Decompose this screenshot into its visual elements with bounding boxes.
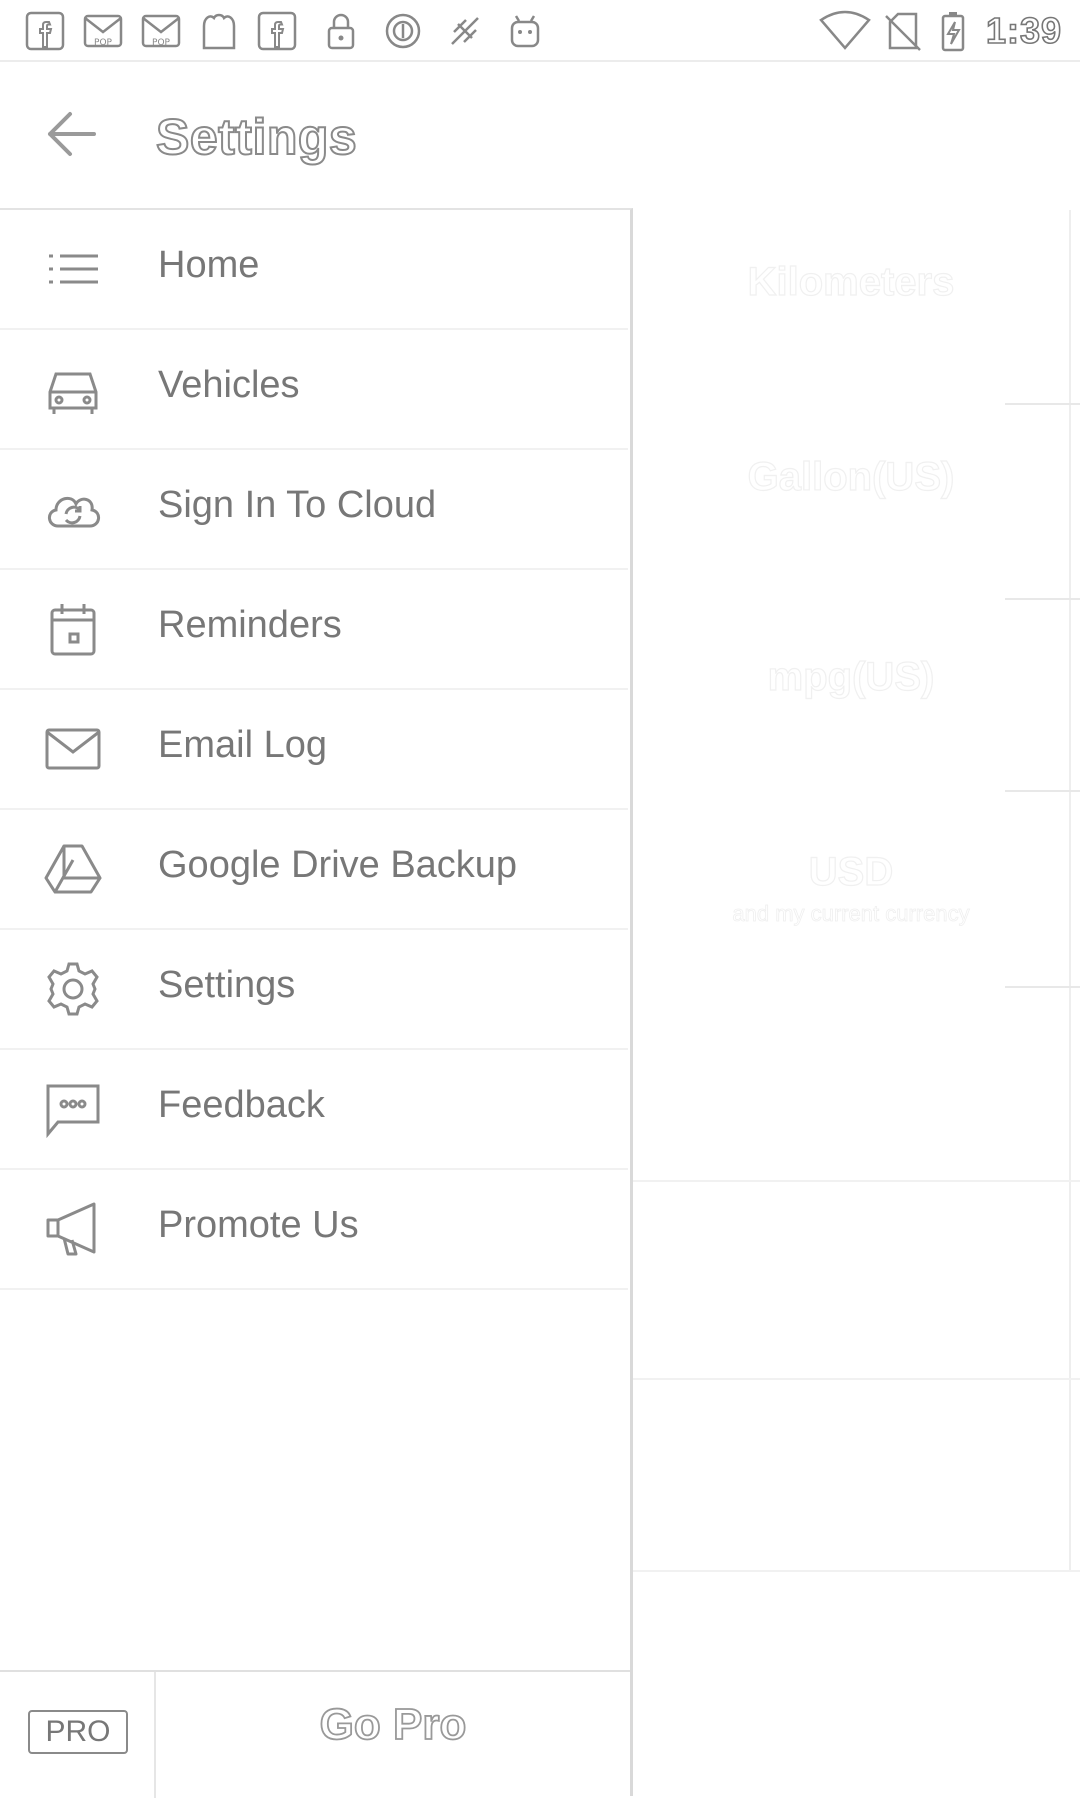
distance-unit-value: Kilometers: [747, 259, 955, 304]
cloud-sync-icon: [44, 480, 102, 538]
drawer-item-label: Promote Us: [158, 1204, 359, 1246]
pro-badge: PRO: [28, 1710, 128, 1754]
circle-icon: [382, 10, 424, 52]
go-pro-button[interactable]: Go Pro: [156, 1699, 630, 1750]
battery-charging-icon: [932, 10, 974, 52]
drawer-item-label: Vehicles: [158, 364, 300, 406]
app-bar: Settings: [0, 62, 1080, 206]
drawer-item-settings[interactable]: Settings: [0, 930, 628, 1050]
drawer-item-label: Reminders: [158, 604, 342, 646]
megaphone-icon: [44, 1200, 102, 1258]
divider: [632, 1570, 1080, 1572]
divider: [1005, 403, 1080, 405]
drawer-item-vehicles[interactable]: Vehicles: [0, 330, 628, 450]
svg-text:POP: POP: [94, 38, 113, 48]
envelope-icon: [44, 720, 102, 778]
chat-bubble-icon: [44, 1080, 102, 1139]
mail-icon: POP: [140, 10, 182, 52]
car-icon: [44, 360, 102, 418]
drawer-item-label: Sign In To Cloud: [158, 484, 437, 526]
currency-subtitle: and my current currency: [732, 901, 970, 927]
back-button[interactable]: [36, 104, 106, 164]
drawer-item-label: Settings: [158, 964, 296, 1006]
google-drive-icon: [44, 840, 102, 898]
app-icon: [198, 10, 240, 52]
lock-icon: [320, 10, 362, 52]
page-title: Settings: [155, 108, 358, 166]
divider: [1005, 598, 1080, 600]
drawer-footer: PRO Go Pro: [0, 1670, 630, 1798]
drawer-item-feedback[interactable]: Feedback: [0, 1050, 628, 1170]
drawer-item-label: Google Drive Backup: [158, 844, 518, 886]
divider: [632, 1378, 1080, 1380]
svg-text:POP: POP: [152, 38, 171, 48]
drawer-item-email-log[interactable]: Email Log: [0, 690, 628, 810]
wifi-icon: [818, 10, 872, 52]
mail-icon: POP: [82, 10, 124, 52]
facebook-icon: [256, 10, 298, 52]
status-time: 1:39: [985, 9, 1062, 52]
volume-unit-value: Gallon(US): [747, 454, 955, 499]
facebook-icon: [24, 10, 66, 52]
divider: [1005, 790, 1080, 792]
android-icon: [504, 10, 546, 52]
drawer-item-sign-in-to-cloud[interactable]: Sign In To Cloud: [0, 450, 628, 570]
settings-background-panel: Kilometers Gallon(US) mpg(US) USD and my…: [632, 210, 1071, 1570]
no-sim-icon: [882, 10, 924, 52]
drawer-item-google-drive-backup[interactable]: Google Drive Backup: [0, 810, 628, 930]
drawer-item-promote-us[interactable]: Promote Us: [0, 1170, 628, 1290]
drawer-item-home[interactable]: Home: [0, 210, 628, 330]
efficiency-unit-value: mpg(US): [767, 654, 935, 699]
divider: [632, 1180, 1080, 1182]
calendar-icon: [44, 600, 102, 658]
drawer-item-label: Email Log: [158, 724, 327, 766]
arrow-back-icon: [48, 112, 96, 156]
list-icon: [44, 240, 102, 298]
drawer-item-reminders[interactable]: Reminders: [0, 570, 628, 690]
drawer-item-label: Feedback: [158, 1084, 325, 1126]
navigation-drawer: Home Vehicles Sign In To Cloud Reminders…: [0, 208, 633, 1798]
satellite-icon: [444, 10, 486, 52]
currency-value: USD and my current currency: [633, 849, 1069, 927]
status-bar: POP POP 1:39: [0, 0, 1080, 62]
drawer-item-label: Home: [158, 244, 260, 286]
gear-icon: [44, 960, 102, 1018]
divider: [1005, 986, 1080, 988]
